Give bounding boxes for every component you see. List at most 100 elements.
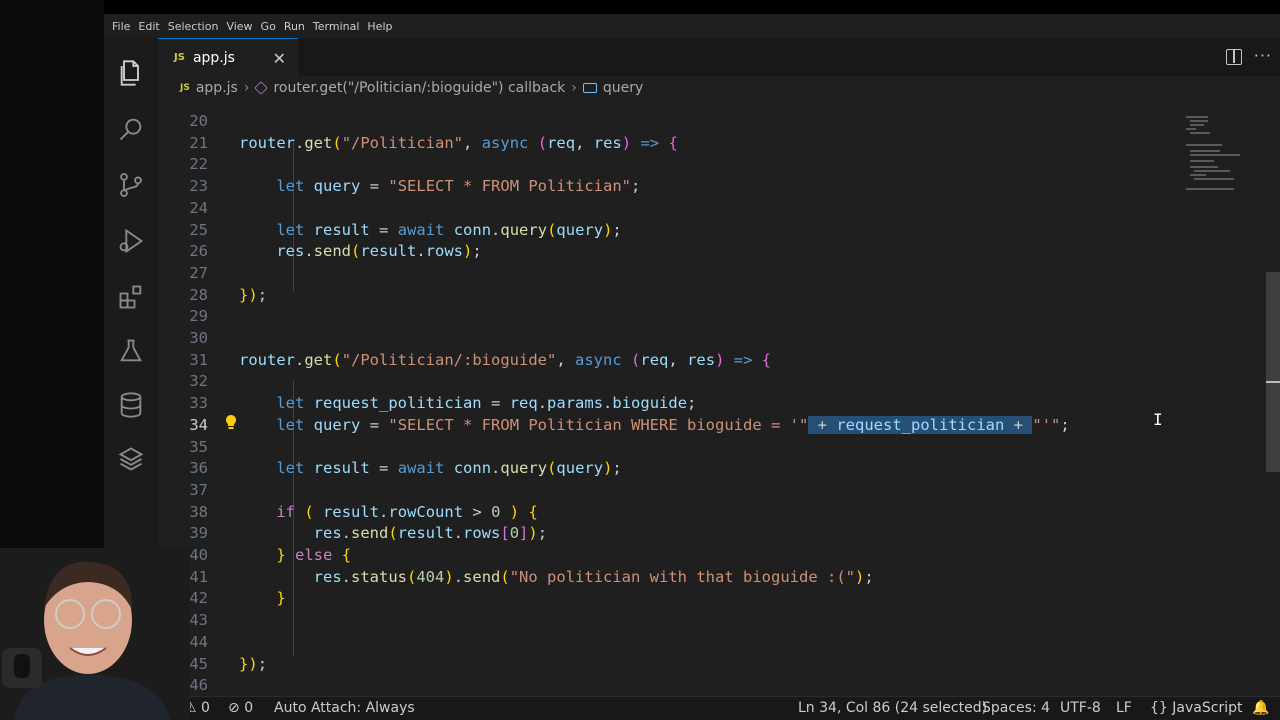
- database-icon[interactable]: [116, 390, 146, 420]
- code-text[interactable]: router.get("/Politician", async (req, re…: [239, 133, 678, 155]
- line-number: 23: [189, 177, 208, 196]
- split-editor-icon[interactable]: [1226, 49, 1242, 65]
- files-icon[interactable]: [116, 58, 146, 88]
- line-number: 26: [189, 242, 208, 261]
- code-text[interactable]: res.send(result.rows[0]);: [239, 523, 547, 545]
- more-actions-icon[interactable]: ···: [1254, 46, 1272, 65]
- breadcrumb-callback[interactable]: router.get("/Politician/:bioguide") call…: [273, 80, 565, 96]
- presenter-portrait: [0, 548, 190, 720]
- code-line[interactable]: 28});: [158, 285, 1280, 307]
- tab-bar: JS app.js ✕ ···: [158, 38, 1280, 76]
- code-line[interactable]: 44: [158, 632, 1280, 654]
- code-line[interactable]: 30: [158, 328, 1280, 350]
- menu-edit[interactable]: Edit: [134, 20, 163, 33]
- chevron-right-icon: ›: [571, 80, 577, 96]
- lightbulb-icon[interactable]: [224, 414, 238, 430]
- braces-icon: {}: [1150, 700, 1168, 716]
- status-auto-attach[interactable]: Auto Attach: Always: [274, 700, 415, 716]
- search-icon[interactable]: [116, 114, 146, 144]
- menu-help[interactable]: Help: [363, 20, 396, 33]
- code-line[interactable]: 42 }: [158, 588, 1280, 610]
- code-line[interactable]: 39 res.send(result.rows[0]);: [158, 523, 1280, 545]
- code-line[interactable]: 43: [158, 610, 1280, 632]
- code-line[interactable]: 32: [158, 371, 1280, 393]
- layers-icon[interactable]: [116, 444, 146, 474]
- close-icon[interactable]: ✕: [273, 49, 286, 68]
- vertical-scrollbar[interactable]: [1266, 100, 1280, 702]
- code-line[interactable]: 34 let query = "SELECT * FROM Politician…: [158, 415, 1280, 437]
- code-line[interactable]: 25 let result = await conn.query(query);: [158, 220, 1280, 242]
- run-debug-icon[interactable]: [116, 226, 146, 256]
- code-text[interactable]: let result = await conn.query(query);: [239, 458, 621, 480]
- menu-go[interactable]: Go: [257, 20, 280, 33]
- minimap[interactable]: [1184, 100, 1254, 702]
- code-line[interactable]: 21 router.get("/Politician", async (req, …: [158, 133, 1280, 155]
- code-text[interactable]: let query = "SELECT * FROM Politician";: [239, 176, 640, 198]
- menu-file[interactable]: File: [108, 20, 134, 33]
- tab-label: app.js: [192, 49, 235, 66]
- menu-bar: File Edit Selection View Go Run Terminal…: [104, 14, 1280, 38]
- menu-run[interactable]: Run: [280, 20, 309, 33]
- code-line[interactable]: 36 let result = await conn.query(query);: [158, 458, 1280, 480]
- code-line[interactable]: 38 if ( result.rowCount > 0 ) {: [158, 502, 1280, 524]
- code-line[interactable]: 31 router.get("/Politician/:bioguide", as…: [158, 350, 1280, 372]
- language-label: JavaScript: [1172, 700, 1243, 716]
- menu-terminal[interactable]: Terminal: [309, 20, 364, 33]
- code-line[interactable]: 20: [158, 111, 1280, 133]
- code-line[interactable]: 35: [158, 437, 1280, 459]
- status-indentation[interactable]: Spaces: 4: [982, 700, 1050, 716]
- code-line[interactable]: 45});: [158, 654, 1280, 676]
- code-line[interactable]: 24: [158, 198, 1280, 220]
- code-text[interactable]: res.status(404).send("No politician with…: [239, 567, 874, 589]
- menu-selection[interactable]: Selection: [164, 20, 223, 33]
- code-text[interactable]: } else {: [239, 545, 351, 567]
- code-line[interactable]: 29: [158, 306, 1280, 328]
- code-line[interactable]: 37: [158, 480, 1280, 502]
- line-number: 29: [189, 307, 208, 326]
- code-line[interactable]: 46: [158, 675, 1280, 697]
- line-number: 28: [189, 285, 208, 304]
- status-eol[interactable]: LF: [1116, 700, 1132, 716]
- code-text[interactable]: let result = await conn.query(query);: [239, 220, 621, 242]
- tab-app-js[interactable]: JS app.js ✕: [158, 38, 298, 76]
- line-number: 25: [189, 220, 208, 239]
- notifications-bell-icon[interactable]: 🔔: [1252, 700, 1269, 716]
- status-warnings[interactable]: ⊘ 0: [228, 700, 253, 716]
- status-encoding[interactable]: UTF-8: [1060, 700, 1101, 716]
- code-line[interactable]: 23 let query = "SELECT * FROM Politician…: [158, 176, 1280, 198]
- breadcrumb-symbol[interactable]: query: [603, 80, 643, 96]
- breadcrumb: JS app.js › router.get("/Politician/:bio…: [158, 76, 1280, 100]
- code-text[interactable]: });: [239, 285, 267, 307]
- javascript-file-icon: JS: [174, 52, 185, 63]
- line-number: 36: [189, 459, 208, 478]
- code-text[interactable]: if ( result.rowCount > 0 ) {: [239, 502, 537, 524]
- status-cursor-position[interactable]: Ln 34, Col 86 (24 selected): [798, 700, 987, 716]
- code-line[interactable]: 41 res.status(404).send("No politician w…: [158, 567, 1280, 589]
- code-text[interactable]: let query = "SELECT * FROM Politician WH…: [239, 415, 1070, 437]
- source-control-icon[interactable]: [116, 170, 146, 200]
- code-line[interactable]: 33 let request_politician = req.params.b…: [158, 393, 1280, 415]
- code-text[interactable]: });: [239, 654, 267, 676]
- status-language[interactable]: {} JavaScript: [1150, 700, 1242, 716]
- vscode-window: File Edit Selection View Go Run Terminal…: [104, 14, 1280, 720]
- text-cursor-icon: I: [1153, 410, 1163, 429]
- code-line[interactable]: 26 res.send(result.rows);: [158, 241, 1280, 263]
- webcam-overlay: [0, 548, 190, 720]
- code-text[interactable]: let request_politician = req.params.biog…: [239, 393, 696, 415]
- scroll-thumb[interactable]: [1266, 272, 1280, 472]
- screen-top-border: [0, 0, 1280, 14]
- code-text[interactable]: }: [239, 588, 285, 610]
- testing-icon[interactable]: [116, 336, 146, 366]
- code-line[interactable]: 22: [158, 154, 1280, 176]
- code-editor[interactable]: 20 21 router.get("/Politician", async (req…: [158, 100, 1280, 702]
- breadcrumb-file[interactable]: app.js: [196, 80, 238, 96]
- line-number: 20: [189, 112, 208, 130]
- code-text[interactable]: res.send(result.rows);: [239, 241, 481, 263]
- menu-view[interactable]: View: [222, 20, 256, 33]
- code-text[interactable]: router.get("/Politician/:bioguide", asyn…: [239, 350, 771, 372]
- chevron-right-icon: ›: [243, 80, 250, 96]
- line-number: 32: [189, 372, 208, 391]
- extensions-icon[interactable]: [116, 282, 146, 312]
- code-line[interactable]: 40 } else {: [158, 545, 1280, 567]
- code-line[interactable]: 27: [158, 263, 1280, 285]
